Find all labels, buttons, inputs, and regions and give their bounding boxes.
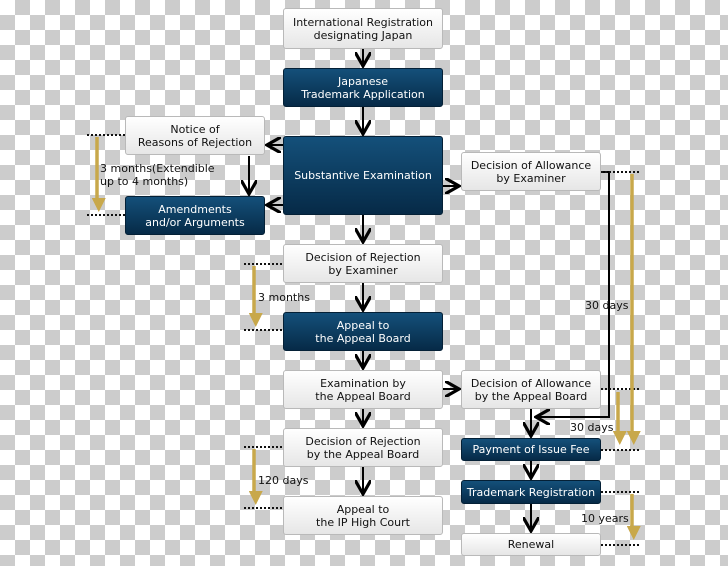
period-label-renewal: 10 years [581, 512, 629, 525]
box-renewal: Renewal [461, 533, 601, 556]
period-label-high-court: 120 days [258, 474, 309, 487]
period-label-amendments: 3 months(Extendible up to 4 months) [100, 162, 215, 188]
box-allowance-appeal-board: Decision of Allowance by the Appeal Boar… [461, 370, 601, 409]
box-substantive-exam: Substantive Examination [283, 136, 443, 215]
box-japanese-application: Japanese Trademark Application [283, 68, 443, 107]
period-label-fee-examiner: 30 days [585, 299, 629, 312]
box-issue-fee: Payment of Issue Fee [461, 438, 601, 461]
box-allowance-examiner: Decision of Allowance by Examiner [461, 152, 601, 191]
period-label-fee-board: 30 days [570, 421, 614, 434]
box-amendments: Amendments and/or Arguments [125, 196, 265, 235]
period-label-appeal: 3 months [258, 291, 310, 304]
box-rejection-examiner: Decision of Rejection by Examiner [283, 244, 443, 283]
box-intl-registration: International Registration designating J… [283, 8, 443, 49]
box-rejection-appeal-board: Decision of Rejection by the Appeal Boar… [283, 428, 443, 467]
box-ip-high-court: Appeal to the IP High Court [283, 496, 443, 535]
box-exam-appeal-board: Examination by the Appeal Board [283, 370, 443, 409]
box-notice-rejection: Notice of Reasons of Rejection [125, 116, 265, 155]
box-registration: Trademark Registration [461, 480, 601, 504]
box-appeal-board: Appeal to the Appeal Board [283, 312, 443, 351]
